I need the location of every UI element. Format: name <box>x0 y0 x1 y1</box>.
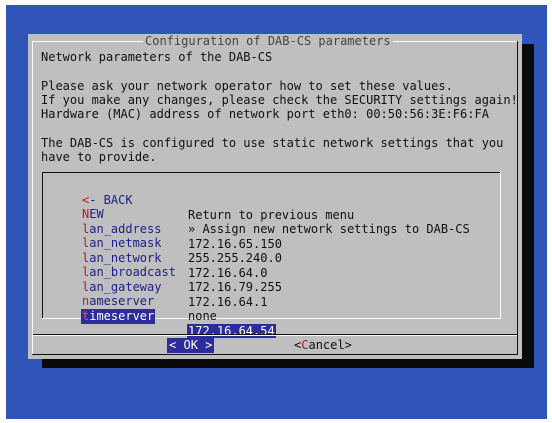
menu-item-back[interactable]: <- BACK Return to previous menu <box>82 179 354 221</box>
menu-item-lan-address[interactable]: lan_address 172.16.65.150 <box>82 208 282 250</box>
menu-item-nameserver[interactable]: nameserver none <box>82 280 217 322</box>
dialog-heading: Network parameters of the DAB-CS <box>41 50 273 64</box>
menu-box: <- BACK Return to previous menu NEW » As… <box>42 172 501 339</box>
dialog-text-line: have to provide. <box>41 150 157 164</box>
menu-item-description: Return to previous menu <box>188 207 355 222</box>
dialog-text-line: The DAB-CS is configured to use static n… <box>41 136 504 150</box>
dialog-text-line: Hardware (MAC) address of network port e… <box>41 107 489 121</box>
cancel-button[interactable]: <Cancel> <box>294 338 352 353</box>
ok-right-bracket: > <box>197 338 213 352</box>
menu-item-value: 255.255.240.0 <box>188 250 282 265</box>
dialog-border-left <box>32 41 33 354</box>
menu-item-value: none <box>188 308 217 323</box>
menu-item-description: » Assign new network settings to DAB-CS <box>188 221 470 236</box>
tag-rest: imeserver <box>89 309 155 324</box>
menu-item-value: 172.16.79.255 <box>188 279 282 294</box>
menu-item-lan-broadcast[interactable]: lan_broadcast 172.16.79.255 <box>82 251 282 293</box>
menu-item-value: 172.16.65.150 <box>188 236 282 251</box>
cancel-label: ancel <box>308 338 345 352</box>
ok-button[interactable]: < OK > <box>167 338 215 353</box>
cancel-right-bracket: > <box>344 338 352 352</box>
ok-label: OK <box>183 338 198 352</box>
menu-border-top <box>42 172 501 173</box>
menu-item-value: 172.16.64.1 <box>188 294 268 309</box>
menu-item-lan-network[interactable]: lan_network 172.16.64.0 <box>82 237 267 279</box>
menu-item-timeserver[interactable]: timeserver 172.16.64.54 <box>81 295 276 339</box>
dialog-border-bottom <box>32 354 518 355</box>
button-separator-highlight <box>33 335 517 336</box>
config-dialog: Configuration of DAB-CS parameters Netwo… <box>28 34 522 359</box>
dialog-text-line: Please ask your network operator how to … <box>41 79 453 93</box>
menu-item-lan-netmask[interactable]: lan_netmask 255.255.240.0 <box>82 222 282 264</box>
dialog-text-line: If you make any changes, please check th… <box>41 93 518 107</box>
menu-item-value: 172.16.64.54 <box>187 323 276 339</box>
menu-border-left <box>42 172 43 319</box>
dialog-title: Configuration of DAB-CS parameters <box>143 34 393 49</box>
dialog-border-right <box>517 41 518 355</box>
menu-item-new[interactable]: NEW » Assign new network settings to DAB… <box>82 193 470 235</box>
menu-item-value: 172.16.64.0 <box>188 265 268 280</box>
menu-item-tag: timeserver <box>81 309 156 324</box>
menu-item-lan-gateway[interactable]: lan_gateway 172.16.64.1 <box>82 266 267 308</box>
menu-border-right <box>500 172 501 319</box>
